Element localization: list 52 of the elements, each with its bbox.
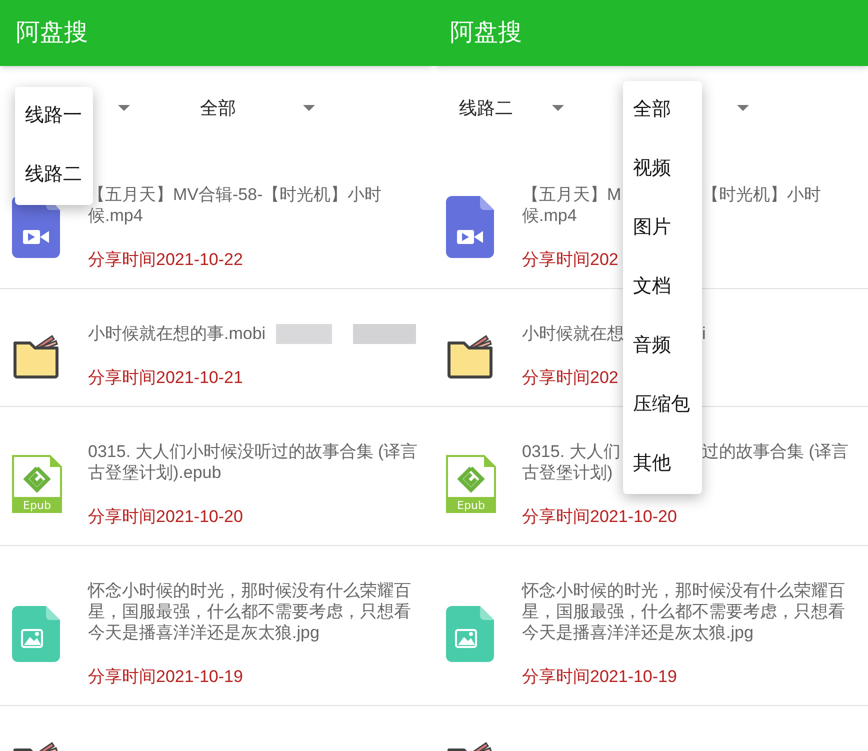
menu-item[interactable]: 视频 bbox=[623, 140, 702, 199]
file-name: 星，国服最强，什么都不需要考虑，只想看 bbox=[522, 601, 845, 622]
file-name: 星，国服最强，什么都不需要考虑，只想看 bbox=[88, 601, 411, 622]
menu-item[interactable]: 线路一 bbox=[15, 87, 93, 146]
caret-icon bbox=[737, 105, 749, 111]
file-name: 0315. 大人们小时候没听过的故事合集 (译言 bbox=[88, 441, 418, 462]
list-item[interactable]: 怀念小时候的时光，那时候没有什么荣耀百 星，国服最强，什么都不需要考虑，只想看 今天是播喜洋洋还是灰太狼.jpg 分享时间2021-10-19 bbox=[434, 546, 868, 706]
file-name: i bbox=[702, 323, 706, 344]
folder-icon bbox=[446, 332, 494, 378]
video-file-icon bbox=[446, 196, 494, 258]
file-name: 今天是播喜洋洋还是灰太狼.jpg bbox=[88, 622, 320, 643]
share-date: 分享时间2021-10-22 bbox=[88, 250, 244, 270]
image-file-icon bbox=[12, 606, 60, 662]
list-item[interactable]: Epub 0315. 大人们小时候没听过的故事合集 (译言 古登堡计划).epub 分享时间2021-10-20 bbox=[0, 407, 434, 546]
file-name: 怀念小时候的时光，那时候没有什么荣耀百 bbox=[522, 580, 845, 601]
file-name: 候.mp4 bbox=[88, 205, 143, 226]
share-date: 分享时间202 bbox=[522, 368, 620, 388]
share-date: 分享时间2021-10-20 bbox=[88, 507, 244, 527]
share-date: 分享时间2021-10-19 bbox=[88, 667, 244, 687]
image-file-icon bbox=[446, 606, 494, 662]
share-date: 分享时间2021-10-21 bbox=[88, 368, 244, 388]
file-name: 【五月天】M bbox=[522, 184, 622, 205]
epub-file-icon: Epub bbox=[446, 455, 496, 513]
folder-icon bbox=[12, 332, 60, 378]
epub-file-icon: Epub bbox=[12, 455, 62, 513]
share-date: 分享时间202 bbox=[522, 250, 620, 270]
dropdown[interactable]: 线路二 bbox=[459, 88, 564, 128]
caret-icon bbox=[118, 105, 130, 111]
file-name: 今天是播喜洋洋还是灰太狼.jpg bbox=[522, 622, 754, 643]
caret-icon bbox=[552, 105, 564, 111]
file-name: 小时候就在想的事.mobi bbox=[88, 323, 266, 344]
list-item[interactable]: 怀念小时候的时光，那时候没有什么荣耀百 星，国服最强，什么都不需要考虑，只想看 今天是播喜洋洋还是灰太狼.jpg 分享时间2021-10-19 bbox=[0, 546, 434, 706]
menu-item[interactable]: 文档 bbox=[623, 258, 702, 317]
list-item[interactable]: 小时候就在想的事.mobi 分享时间2021-10-21 bbox=[0, 289, 434, 407]
share-date: 分享时间2021-10-19 bbox=[522, 667, 678, 687]
file-name: 怀念小时候的时光，那时候没有什么荣耀百 bbox=[88, 580, 411, 601]
menu-item[interactable]: 其他 bbox=[623, 435, 702, 494]
menu-item[interactable]: 全部 bbox=[623, 81, 702, 140]
file-name: 古登堡计划) bbox=[522, 462, 613, 483]
dropdown[interactable]: 全部 bbox=[200, 88, 315, 128]
caret-icon bbox=[303, 105, 315, 111]
file-name: 古登堡计划).epub bbox=[88, 462, 222, 483]
file-name: 过的故事合集 (译言 bbox=[702, 441, 848, 462]
app-title: 阿盘搜 bbox=[450, 18, 522, 48]
share-date: 分享时间2021-10-20 bbox=[522, 507, 678, 527]
menu-item[interactable]: 音频 bbox=[623, 317, 702, 376]
file-name: 【时光机】小时 bbox=[702, 184, 821, 205]
file-name: 小时候就在想 bbox=[522, 323, 622, 344]
file-name: 0315. 大人们 bbox=[522, 441, 622, 462]
app-title: 阿盘搜 bbox=[16, 18, 88, 48]
file-name: 候.mp4 bbox=[522, 205, 577, 226]
menu-item[interactable]: 图片 bbox=[623, 199, 702, 258]
